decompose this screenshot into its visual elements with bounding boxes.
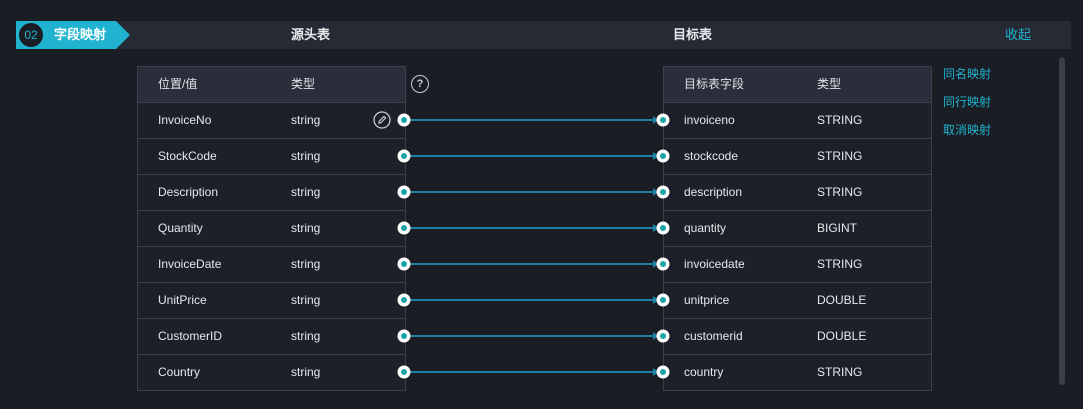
source-field-type: string bbox=[291, 329, 321, 343]
target-field-row[interactable]: quantity BIGINT bbox=[664, 211, 931, 247]
source-fields-table: 位置/值 类型 InvoiceNo string StockCode string De… bbox=[137, 66, 406, 391]
source-field-name: InvoiceDate bbox=[158, 257, 222, 271]
step-badge: 02 字段映射 bbox=[16, 21, 130, 49]
source-field-row[interactable]: CustomerID string bbox=[138, 319, 405, 355]
source-field-name: Quantity bbox=[158, 221, 203, 235]
mapping-header-bar: 02 字段映射 源头表 目标表 收起 bbox=[16, 21, 1071, 49]
source-col-type: 类型 bbox=[291, 77, 316, 91]
target-field-row[interactable]: stockcode STRING bbox=[664, 139, 931, 175]
source-field-row[interactable]: InvoiceDate string bbox=[138, 247, 405, 283]
mapping-link-arrow bbox=[653, 152, 659, 160]
cancel-mapping-button[interactable]: 取消映射 bbox=[943, 122, 991, 150]
source-field-row[interactable]: Quantity string bbox=[138, 211, 405, 247]
source-field-name: UnitPrice bbox=[158, 293, 207, 307]
source-field-type: string bbox=[291, 113, 321, 127]
mapping-link-arrow bbox=[653, 296, 659, 304]
source-field-type: string bbox=[291, 365, 321, 379]
pencil-circle-icon[interactable] bbox=[373, 111, 391, 129]
target-col-type: 类型 bbox=[817, 77, 842, 91]
source-col-position: 位置/值 bbox=[158, 77, 198, 91]
mapping-link-arrow bbox=[653, 116, 659, 124]
same-name-mapping-button[interactable]: 同名映射 bbox=[943, 66, 991, 94]
target-field-type: DOUBLE bbox=[817, 293, 867, 307]
mapping-link-arrow bbox=[653, 224, 659, 232]
target-field-name: quantity bbox=[684, 221, 727, 235]
vertical-scrollbar[interactable] bbox=[1059, 57, 1065, 385]
target-fields-table: 目标表字段 类型 invoiceno STRING stockcode STRING d… bbox=[663, 66, 932, 391]
target-field-row[interactable]: invoiceno STRING bbox=[664, 103, 931, 139]
target-field-type: STRING bbox=[817, 257, 863, 271]
source-field-name: CustomerID bbox=[158, 329, 223, 343]
target-field-name: invoiceno bbox=[684, 113, 735, 127]
source-field-type: string bbox=[291, 185, 321, 199]
mapping-link-arrow bbox=[653, 368, 659, 376]
target-field-name: description bbox=[684, 185, 743, 199]
target-field-name: customerid bbox=[684, 329, 743, 343]
target-field-name: stockcode bbox=[684, 149, 739, 163]
source-field-name: StockCode bbox=[158, 149, 217, 163]
question-circle-icon[interactable]: ? bbox=[411, 75, 429, 93]
target-field-type: STRING bbox=[817, 185, 863, 199]
target-field-row[interactable]: country STRING bbox=[664, 355, 931, 390]
source-table-header: 位置/值 类型 bbox=[138, 67, 405, 103]
target-field-type: STRING bbox=[817, 365, 863, 379]
target-col-field: 目标表字段 bbox=[684, 77, 745, 91]
mapping-link-arrow bbox=[653, 332, 659, 340]
target-table-title: 目标表 bbox=[673, 27, 713, 42]
source-table-title: 源头表 bbox=[291, 27, 331, 42]
source-field-type: string bbox=[291, 293, 321, 307]
target-field-row[interactable]: unitprice DOUBLE bbox=[664, 283, 931, 319]
target-field-row[interactable]: description STRING bbox=[664, 175, 931, 211]
source-field-name: Description bbox=[158, 185, 219, 199]
source-field-type: string bbox=[291, 221, 321, 235]
target-field-type: STRING bbox=[817, 149, 863, 163]
target-field-type: BIGINT bbox=[817, 221, 858, 235]
target-field-type: STRING bbox=[817, 113, 863, 127]
target-field-name: unitprice bbox=[684, 293, 730, 307]
target-field-name: invoicedate bbox=[684, 257, 745, 271]
step-number: 02 bbox=[19, 23, 43, 47]
same-row-mapping-button[interactable]: 同行映射 bbox=[943, 94, 991, 122]
source-field-row[interactable]: StockCode string bbox=[138, 139, 405, 175]
source-field-row[interactable]: Country string bbox=[138, 355, 405, 390]
target-field-name: country bbox=[684, 365, 724, 379]
source-field-name: InvoiceNo bbox=[158, 113, 212, 127]
source-field-type: string bbox=[291, 257, 321, 271]
target-field-type: DOUBLE bbox=[817, 329, 867, 343]
source-field-row[interactable]: Description string bbox=[138, 175, 405, 211]
collapse-button[interactable]: 收起 bbox=[1005, 21, 1031, 49]
source-field-row[interactable]: InvoiceNo string bbox=[138, 103, 405, 139]
mapping-link-arrow bbox=[653, 260, 659, 268]
target-table-header: 目标表字段 类型 bbox=[664, 67, 931, 103]
target-field-row[interactable]: customerid DOUBLE bbox=[664, 319, 931, 355]
step-title: 字段映射 bbox=[54, 27, 107, 42]
mapping-link-arrow bbox=[653, 188, 659, 196]
target-field-row[interactable]: invoicedate STRING bbox=[664, 247, 931, 283]
source-field-type: string bbox=[291, 149, 321, 163]
mapping-actions: 同名映射 同行映射 取消映射 bbox=[943, 66, 991, 150]
source-field-name: Country bbox=[158, 365, 201, 379]
source-field-row[interactable]: UnitPrice string bbox=[138, 283, 405, 319]
